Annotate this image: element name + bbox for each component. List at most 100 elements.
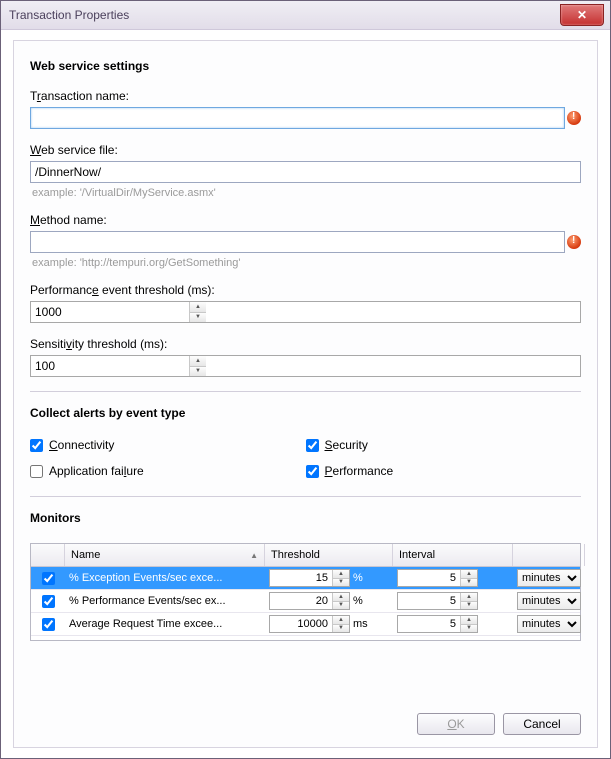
row-interval-spinner[interactable]: ▲▼ xyxy=(397,615,478,633)
dialog-window: Transaction Properties ✕ Web service set… xyxy=(0,0,611,759)
row-threshold-spinner[interactable]: ▲▼ xyxy=(269,615,350,633)
spin-up-icon[interactable]: ▲ xyxy=(333,593,349,602)
row-check-cell xyxy=(31,567,65,589)
row-interval-cell: ▲▼ xyxy=(393,590,513,612)
row-interval-spinner[interactable]: ▲▼ xyxy=(397,592,478,610)
monitors-header-row: Name ▲ Threshold Interval xyxy=(31,544,580,567)
row-method-name xyxy=(30,231,581,253)
label-performance-threshold: Performance event threshold (ms): xyxy=(30,283,581,297)
row-interval-unit-cell: minutes xyxy=(513,590,585,612)
label-web-service-file: Web service file: xyxy=(30,143,581,157)
section-web-service-settings: Web service settings xyxy=(30,59,581,73)
row-interval-spinner[interactable]: ▲▼ xyxy=(397,569,478,587)
spin-up-icon[interactable]: ▲ xyxy=(461,570,477,579)
row-interval-unit-select[interactable]: minutes xyxy=(517,615,581,633)
cancel-button[interactable]: Cancel xyxy=(503,713,581,735)
label-method-name: Method name: xyxy=(30,213,581,227)
spin-down-icon[interactable]: ▼ xyxy=(461,579,477,587)
window-title: Transaction Properties xyxy=(9,8,129,22)
section-collect-alerts: Collect alerts by event type xyxy=(30,406,581,420)
row-checkbox[interactable] xyxy=(42,572,55,585)
row-threshold-cell: ▲▼% xyxy=(265,590,393,612)
spin-down-icon[interactable]: ▼ xyxy=(333,625,349,633)
spin-buttons: ▲ ▼ xyxy=(189,302,206,322)
spin-down-icon[interactable]: ▼ xyxy=(461,625,477,633)
spin-down-icon[interactable]: ▼ xyxy=(190,367,206,377)
row-checkbox[interactable] xyxy=(42,595,55,608)
spin-up-icon[interactable]: ▲ xyxy=(190,356,206,367)
row-threshold-unit: % xyxy=(353,572,375,584)
label-sensitivity-threshold: Sensitivity threshold (ms): xyxy=(30,337,581,351)
hint-method-name: example: 'http://tempuri.org/GetSomethin… xyxy=(32,257,581,269)
spin-down-icon[interactable]: ▼ xyxy=(190,313,206,323)
web-service-file-input[interactable] xyxy=(30,161,581,183)
checkbox-application-failure[interactable]: Application failure xyxy=(30,464,306,478)
row-interval-input[interactable] xyxy=(398,593,460,609)
spin-up-icon[interactable]: ▲ xyxy=(333,570,349,579)
checkbox-application-failure-input[interactable] xyxy=(30,465,43,478)
spin-up-icon[interactable]: ▲ xyxy=(333,616,349,625)
checkbox-performance-input[interactable] xyxy=(306,465,319,478)
checkbox-connectivity-input[interactable] xyxy=(30,439,43,452)
spin-down-icon[interactable]: ▼ xyxy=(461,602,477,610)
divider xyxy=(30,496,581,497)
monitors-header-name[interactable]: Name ▲ xyxy=(65,544,265,566)
spin-down-icon[interactable]: ▼ xyxy=(333,579,349,587)
row-threshold-input[interactable] xyxy=(270,616,332,632)
row-threshold-unit: % xyxy=(353,595,375,607)
row-check-cell xyxy=(31,590,65,612)
main-panel: Web service settings Transaction name: W… xyxy=(13,40,598,748)
titlebar: Transaction Properties ✕ xyxy=(1,1,610,30)
row-threshold-input[interactable] xyxy=(270,593,332,609)
row-interval-cell: ▲▼ xyxy=(393,567,513,589)
row-interval-input[interactable] xyxy=(398,570,460,586)
spin-buttons: ▲ ▼ xyxy=(189,356,206,376)
error-icon xyxy=(567,235,581,249)
monitors-header-check[interactable] xyxy=(31,544,65,566)
checkbox-performance[interactable]: Performance xyxy=(306,464,582,478)
row-threshold-input[interactable] xyxy=(270,570,332,586)
row-transaction-name xyxy=(30,107,581,129)
transaction-name-input[interactable] xyxy=(30,107,565,129)
monitors-header-interval[interactable]: Interval xyxy=(393,544,513,566)
close-button[interactable]: ✕ xyxy=(560,4,604,26)
content-area: Web service settings Transaction name: W… xyxy=(1,30,610,758)
sensitivity-threshold-spinner[interactable]: ▲ ▼ xyxy=(30,355,581,377)
sort-asc-icon: ▲ xyxy=(250,551,258,560)
row-interval-unit-select[interactable]: minutes xyxy=(517,592,581,610)
row-name: % Performance Events/sec ex... xyxy=(65,590,265,612)
performance-threshold-input[interactable] xyxy=(31,302,189,322)
checkbox-connectivity[interactable]: Connectivity xyxy=(30,438,306,452)
checkbox-security[interactable]: Security xyxy=(306,438,582,452)
spin-down-icon[interactable]: ▼ xyxy=(333,602,349,610)
row-interval-cell: ▲▼ xyxy=(393,613,513,635)
hint-web-service-file: example: '/VirtualDir/MyService.asmx' xyxy=(32,187,581,199)
table-row[interactable]: % Exception Events/sec exce...▲▼%▲▼minut… xyxy=(31,567,580,590)
row-checkbox[interactable] xyxy=(42,618,55,631)
sensitivity-threshold-input[interactable] xyxy=(31,356,189,376)
row-interval-unit-cell: minutes xyxy=(513,567,585,589)
monitors-header-threshold[interactable]: Threshold xyxy=(265,544,393,566)
row-threshold-spinner[interactable]: ▲▼ xyxy=(269,592,350,610)
row-threshold-spinner[interactable]: ▲▼ xyxy=(269,569,350,587)
table-row[interactable]: % Performance Events/sec ex...▲▼%▲▼minut… xyxy=(31,590,580,613)
error-icon xyxy=(567,111,581,125)
row-check-cell xyxy=(31,613,65,635)
label-transaction-name: Transaction name: xyxy=(30,89,581,103)
row-interval-unit-select[interactable]: minutes xyxy=(517,569,581,587)
spin-up-icon[interactable]: ▲ xyxy=(190,302,206,313)
row-interval-unit-cell: minutes xyxy=(513,613,585,635)
row-interval-input[interactable] xyxy=(398,616,460,632)
alerts-grid: Connectivity Security Application failur… xyxy=(30,438,581,478)
row-name: % Exception Events/sec exce... xyxy=(65,567,265,589)
ok-button[interactable]: OK xyxy=(417,713,495,735)
table-row[interactable]: Average Request Time excee...▲▼ms▲▼minut… xyxy=(31,613,580,636)
section-monitors: Monitors xyxy=(30,511,581,525)
monitors-header-unit xyxy=(513,544,585,566)
performance-threshold-spinner[interactable]: ▲ ▼ xyxy=(30,301,581,323)
method-name-input[interactable] xyxy=(30,231,565,253)
spin-up-icon[interactable]: ▲ xyxy=(461,593,477,602)
spin-up-icon[interactable]: ▲ xyxy=(461,616,477,625)
dialog-footer: OK Cancel xyxy=(30,703,581,735)
checkbox-security-input[interactable] xyxy=(306,439,319,452)
